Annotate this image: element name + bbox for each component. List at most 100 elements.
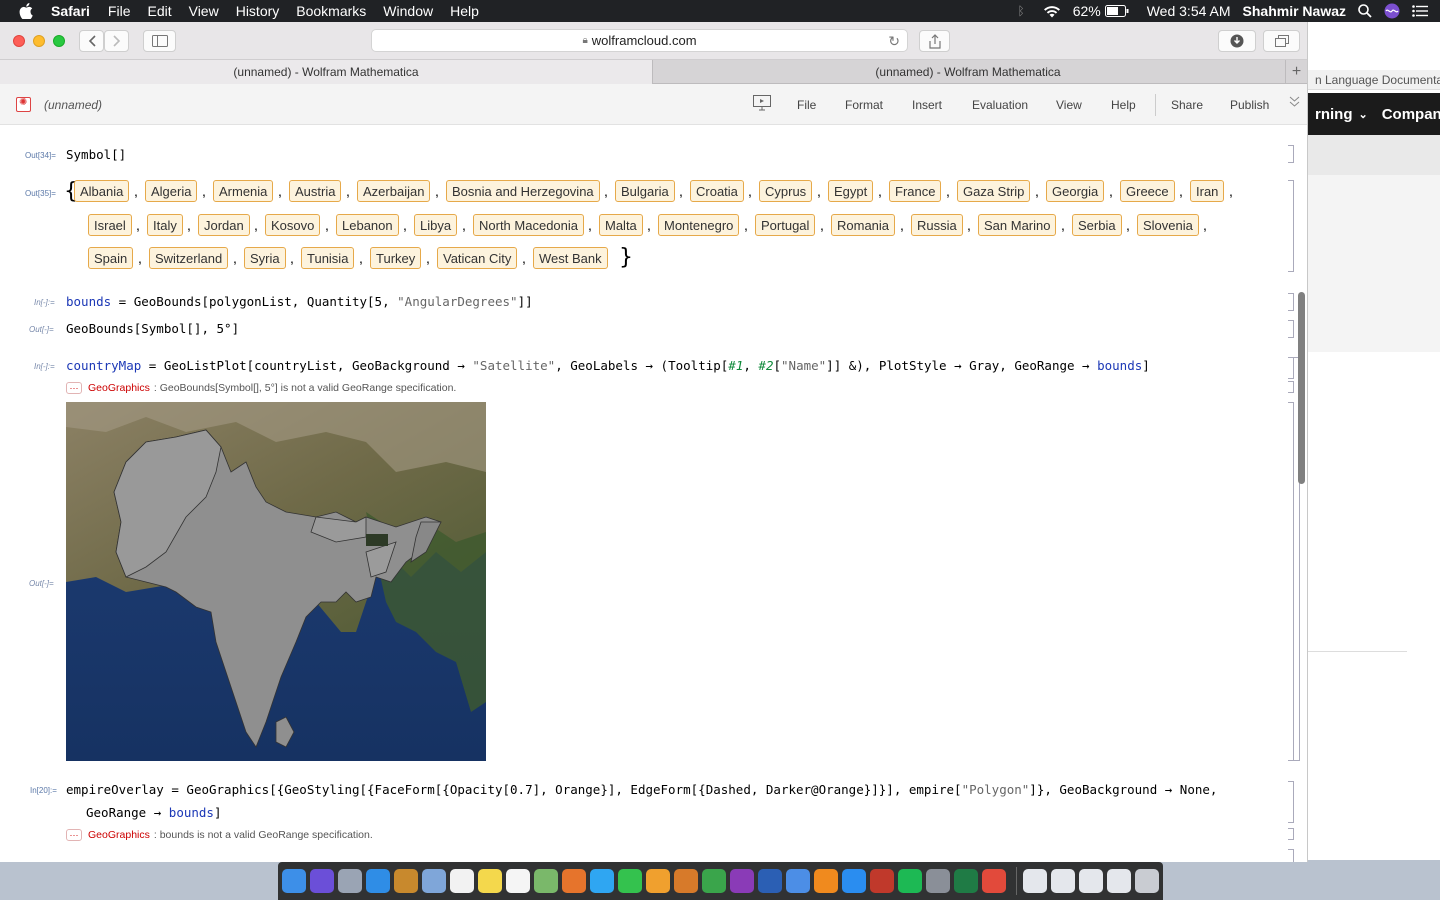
- clock[interactable]: Wed 3:54 AM: [1147, 3, 1231, 19]
- country-chip[interactable]: Jordan: [198, 214, 250, 236]
- nb-menu-help[interactable]: Help: [1111, 98, 1136, 112]
- country-chip[interactable]: Switzerland: [149, 247, 229, 269]
- country-chip[interactable]: North Macedonia: [473, 214, 584, 236]
- country-chip[interactable]: Albania: [74, 180, 130, 202]
- ibooks-icon[interactable]: [674, 869, 698, 893]
- battery-icon[interactable]: [1104, 5, 1129, 17]
- country-chip[interactable]: Cyprus: [759, 180, 813, 202]
- menu-window[interactable]: Window: [383, 3, 433, 19]
- zoom-window-button[interactable]: [53, 35, 65, 47]
- safari-icon[interactable]: [366, 869, 390, 893]
- country-chip[interactable]: Greece: [1120, 180, 1175, 202]
- minimize-window-button[interactable]: [33, 35, 45, 47]
- forward-button[interactable]: [104, 30, 129, 52]
- input-cell-bounds[interactable]: bounds = GeoBounds[polygonList, Quantity…: [66, 294, 533, 309]
- menu-view[interactable]: View: [189, 3, 219, 19]
- downloads-button[interactable]: [1218, 30, 1256, 52]
- app-store-icon[interactable]: [842, 869, 866, 893]
- siri-icon[interactable]: [1384, 3, 1400, 19]
- menu-help[interactable]: Help: [450, 3, 479, 19]
- country-chip[interactable]: Georgia: [1046, 180, 1105, 202]
- country-chip[interactable]: Turkey: [370, 247, 422, 269]
- country-chip[interactable]: Serbia: [1072, 214, 1122, 236]
- country-chip[interactable]: Iran: [1190, 180, 1225, 202]
- notes-book-icon[interactable]: [394, 869, 418, 893]
- chrome-icon[interactable]: [982, 869, 1006, 893]
- country-chip[interactable]: Russia: [911, 214, 963, 236]
- presentation-icon[interactable]: [753, 95, 771, 114]
- country-chip[interactable]: Algeria: [145, 180, 198, 202]
- background-nav-learning[interactable]: rning: [1315, 106, 1353, 123]
- country-chip[interactable]: Romania: [831, 214, 896, 236]
- message-dots-icon[interactable]: ···: [66, 382, 82, 394]
- tab-1[interactable]: (unnamed) - Wolfram Mathematica: [0, 60, 653, 84]
- finder-icon[interactable]: [282, 869, 306, 893]
- apple-icon[interactable]: [19, 2, 37, 20]
- reminders-icon[interactable]: [506, 869, 530, 893]
- country-chip[interactable]: West Bank: [533, 247, 608, 269]
- cell-bracket[interactable]: [1288, 180, 1294, 272]
- input-cell-empire-overlay-line2[interactable]: GeoRange → bounds]: [86, 805, 221, 820]
- calendar-icon[interactable]: [450, 869, 474, 893]
- notification-center-icon[interactable]: [1412, 5, 1428, 17]
- country-chip[interactable]: Bosnia and Herzegovina: [446, 180, 600, 202]
- address-bar[interactable]: 🔒︎ wolframcloud.com ↻: [371, 29, 908, 52]
- nb-menu-format[interactable]: Format: [845, 98, 883, 112]
- cell-bracket[interactable]: [1288, 145, 1294, 163]
- message-tag[interactable]: GeoGraphics: [88, 382, 150, 394]
- country-chip[interactable]: Armenia: [213, 180, 274, 202]
- excel-icon[interactable]: [954, 869, 978, 893]
- document-stack-icon[interactable]: [1079, 869, 1103, 893]
- background-nav-company[interactable]: Compan: [1382, 106, 1440, 123]
- publish-button[interactable]: Publish: [1230, 98, 1269, 112]
- country-chip[interactable]: Croatia: [690, 180, 744, 202]
- chevron-down-icon[interactable]: ⌄: [1359, 108, 1368, 121]
- country-chip[interactable]: Slovenia: [1137, 214, 1199, 236]
- message-tag[interactable]: GeoGraphics: [88, 829, 150, 841]
- system-preferences-icon[interactable]: [926, 869, 950, 893]
- country-chip[interactable]: Vatican City: [437, 247, 518, 269]
- wifi-icon[interactable]: [1043, 5, 1061, 18]
- menu-bookmarks[interactable]: Bookmarks: [296, 3, 366, 19]
- country-chip[interactable]: Azerbaijan: [357, 180, 431, 202]
- messages-icon[interactable]: [590, 869, 614, 893]
- onenote-icon[interactable]: [730, 869, 754, 893]
- share-button[interactable]: [919, 30, 950, 52]
- maps-icon[interactable]: [534, 869, 558, 893]
- output-cell[interactable]: Symbol[]: [66, 147, 126, 162]
- country-chip[interactable]: Italy: [147, 214, 183, 236]
- sidebar-toggle-button[interactable]: [143, 30, 176, 52]
- country-chip[interactable]: Malta: [599, 214, 643, 236]
- satellite-map-output[interactable]: [66, 402, 486, 761]
- country-chip[interactable]: Kosovo: [265, 214, 321, 236]
- nb-menu-view[interactable]: View: [1056, 98, 1082, 112]
- books-icon[interactable]: [814, 869, 838, 893]
- input-cell-empire-overlay[interactable]: empireOverlay = GeoGraphics[{GeoStyling[…: [66, 782, 1217, 797]
- word-icon[interactable]: [758, 869, 782, 893]
- keynote-icon[interactable]: [786, 869, 810, 893]
- nb-menu-file[interactable]: File: [797, 98, 816, 112]
- cell-bracket[interactable]: [1288, 828, 1294, 840]
- cell-bracket[interactable]: [1288, 320, 1294, 338]
- country-chip[interactable]: Montenegro: [658, 214, 740, 236]
- tab-2[interactable]: (unnamed) - Wolfram Mathematica: [654, 60, 1282, 84]
- country-chip[interactable]: Austria: [289, 180, 342, 202]
- country-chip[interactable]: Lebanon: [336, 214, 399, 236]
- reload-icon[interactable]: ↻: [888, 33, 900, 50]
- back-button[interactable]: [79, 30, 104, 52]
- numbers-icon[interactable]: [702, 869, 726, 893]
- vertical-scrollbar[interactable]: [1298, 292, 1305, 484]
- document-stack-icon[interactable]: [1107, 869, 1131, 893]
- share-notebook-button[interactable]: Share: [1171, 98, 1203, 112]
- message-dots-icon[interactable]: ···: [66, 829, 82, 841]
- country-chip[interactable]: Spain: [88, 247, 134, 269]
- country-chip[interactable]: Gaza Strip: [957, 180, 1031, 202]
- close-window-button[interactable]: [13, 35, 25, 47]
- country-chip[interactable]: Portugal: [755, 214, 816, 236]
- user-name[interactable]: Shahmir Nawaz: [1243, 3, 1346, 19]
- launchpad-icon[interactable]: [338, 869, 362, 893]
- siri-icon[interactable]: [310, 869, 334, 893]
- menu-file[interactable]: File: [108, 3, 131, 19]
- chevron-double-down-icon[interactable]: [1289, 96, 1300, 111]
- notebook-name[interactable]: (unnamed): [44, 98, 102, 112]
